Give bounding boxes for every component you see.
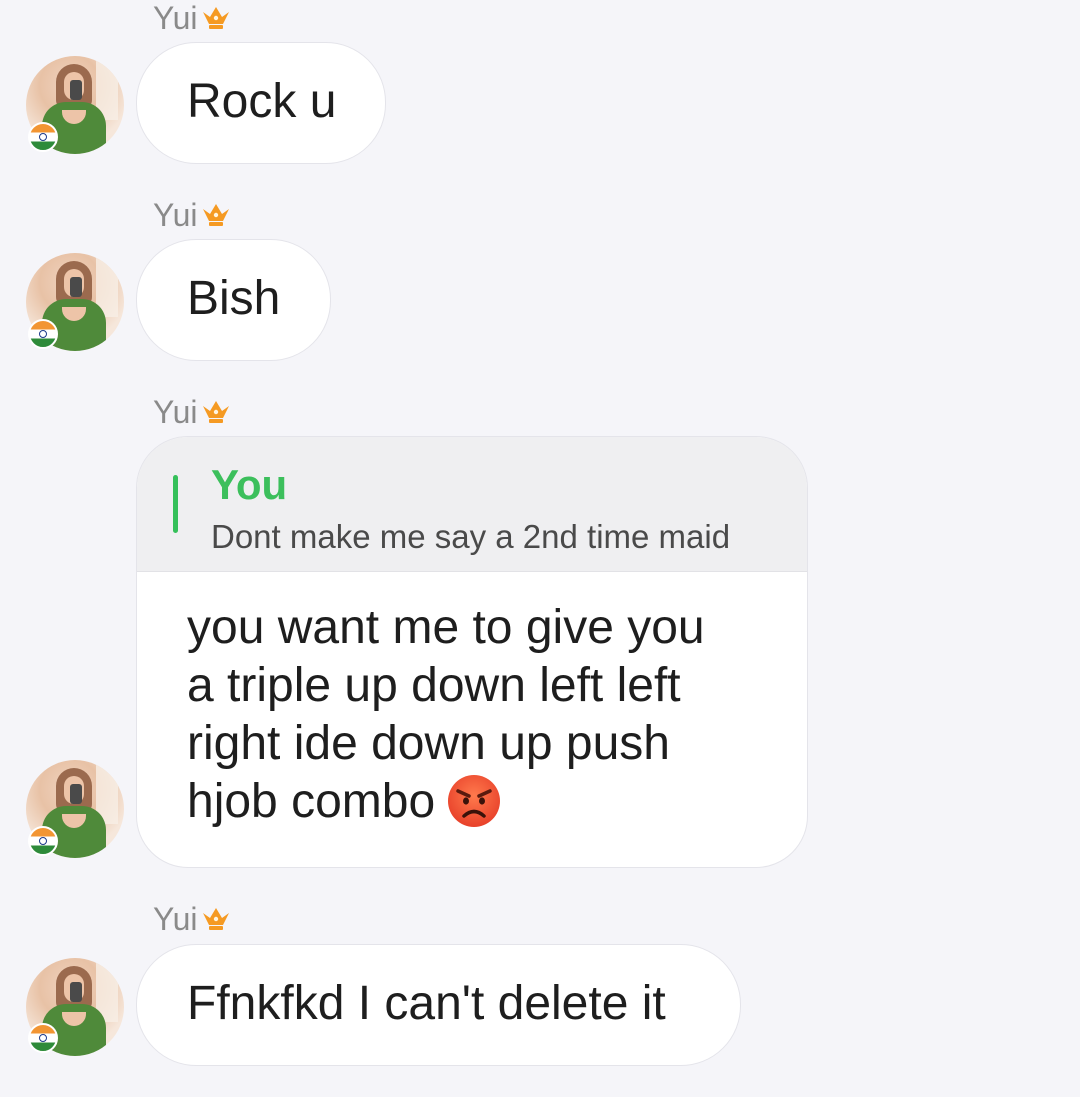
message-line: right ide down up push [187, 717, 670, 770]
sender-name: Yui [153, 901, 231, 937]
crown-icon [203, 204, 230, 226]
quoted-author: You [211, 461, 288, 508]
message-text: you want me to give you a triple up down… [187, 599, 705, 831]
reply-message-bubble[interactable]: You Dont make me say a 2nd time maid you… [136, 436, 808, 868]
sender-label: Yui [153, 0, 198, 36]
quote-accent-bar [173, 475, 178, 533]
crown-icon [203, 7, 230, 29]
crown-icon [203, 401, 230, 423]
quoted-message[interactable]: You Dont make me say a 2nd time maid [137, 437, 807, 572]
message-text: Bish [187, 272, 281, 325]
sender-name: Yui [153, 197, 231, 233]
india-flag-icon [28, 319, 58, 349]
quoted-text: Dont make me say a 2nd time maid [211, 518, 731, 555]
crown-icon [203, 908, 230, 930]
message-bubble[interactable]: Rock u [136, 42, 386, 164]
india-flag-icon [28, 826, 58, 856]
message-text: Rock u [187, 75, 337, 128]
message-line: hjob combo [187, 775, 436, 828]
message-line: you want me to give you [187, 601, 705, 654]
message-line-last: hjob combo [187, 773, 705, 831]
india-flag-icon [28, 122, 58, 152]
sender-label: Yui [153, 197, 198, 233]
message-line: a triple up down left left [187, 659, 681, 712]
india-flag-icon [28, 1023, 58, 1053]
message-bubble[interactable]: Bish [136, 239, 331, 361]
chat-thread: Yui Rock u Yui Bish Yui You Dont make me… [0, 0, 1080, 1097]
message-bubble[interactable]: Ffnkfkd I can't delete it [136, 944, 741, 1066]
sender-name: Yui [153, 394, 231, 430]
sender-name: Yui [153, 0, 231, 36]
sender-label: Yui [153, 394, 198, 430]
sender-label: Yui [153, 901, 198, 937]
message-text: Ffnkfkd I can't delete it [187, 977, 666, 1030]
angry-face-emoji [448, 775, 501, 828]
